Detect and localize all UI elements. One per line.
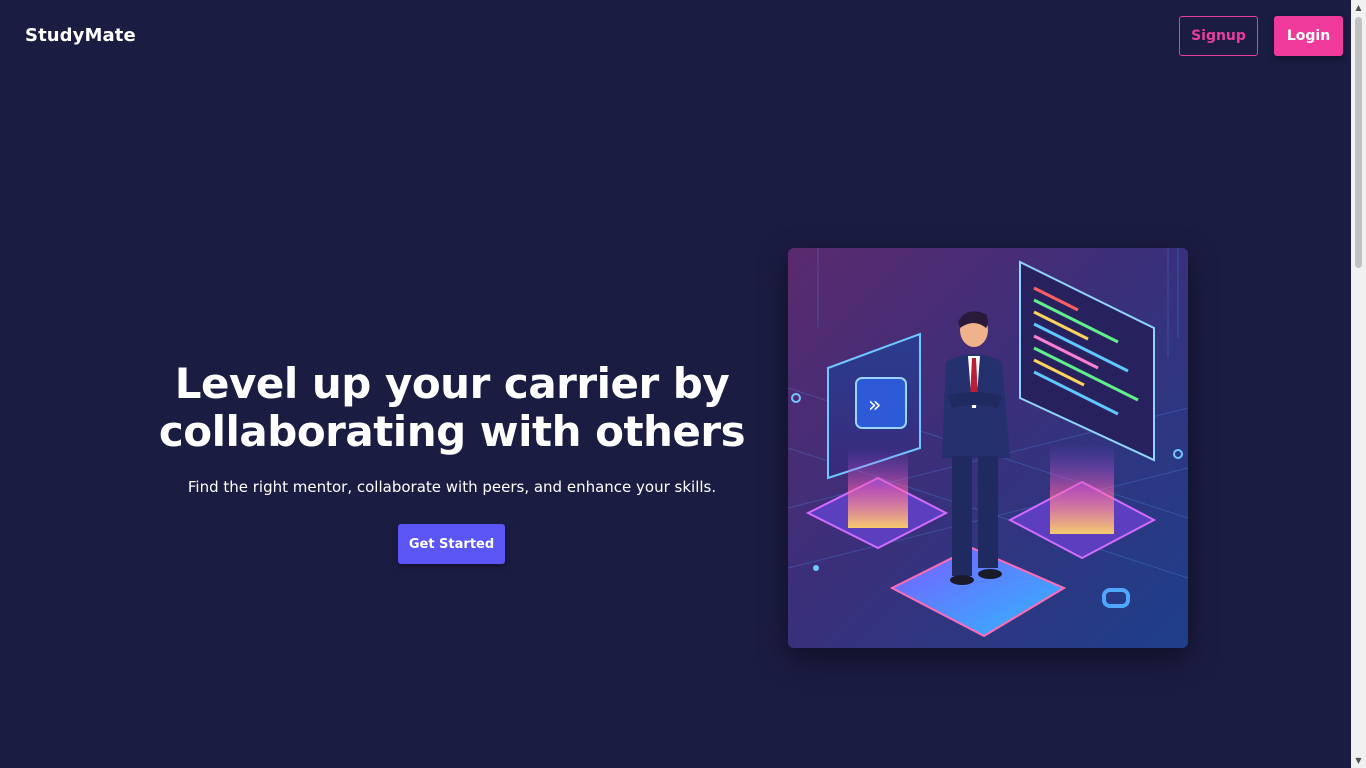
scrollbar-thumb[interactable] [1355, 17, 1362, 268]
hero-title-line-1: Level up your carrier by [174, 359, 730, 408]
hero-title-line-2: collaborating with others [158, 407, 746, 456]
hero-illustration-svg: » [788, 248, 1188, 648]
hero-title: Level up your carrier by collaborating w… [140, 360, 764, 456]
signup-button[interactable]: Signup [1179, 16, 1258, 56]
hero-subtitle: Find the right mentor, collaborate with … [187, 478, 717, 496]
vertical-scrollbar[interactable]: ▲ ▼ [1351, 0, 1366, 768]
scroll-down-arrow-icon[interactable]: ▼ [1351, 753, 1366, 768]
logo[interactable]: StudyMate [25, 25, 136, 46]
login-button[interactable]: Login [1274, 16, 1343, 56]
hero-illustration: » [788, 248, 1188, 648]
hero-section: Level up your carrier by collaborating w… [140, 360, 764, 497]
svg-text:»: » [868, 393, 881, 418]
navbar: StudyMate Signup Login [0, 0, 1351, 75]
scroll-up-arrow-icon[interactable]: ▲ [1351, 0, 1366, 15]
get-started-button[interactable]: Get Started [398, 524, 505, 564]
landing-page: StudyMate Signup Login Level up your car… [0, 0, 1366, 768]
